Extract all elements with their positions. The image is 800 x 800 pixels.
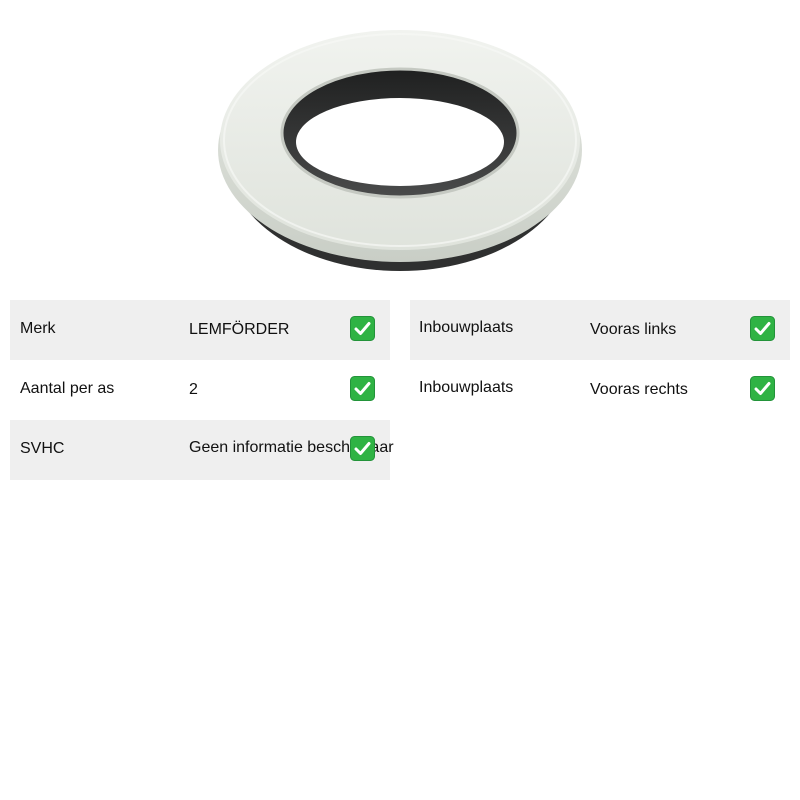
check-icon xyxy=(350,376,375,401)
check-icon xyxy=(350,316,375,341)
spec-row-inbouwplaats-links: Inbouwplaats Vooras links xyxy=(410,300,790,360)
spec-row-merk: Merk LEMFÖRDER xyxy=(10,300,390,360)
check-icon xyxy=(750,316,775,341)
check-icon xyxy=(750,376,775,401)
spec-label: Merk xyxy=(20,320,56,337)
spec-table-right: Inbouwplaats Vooras links Inbouwplaats V… xyxy=(410,300,790,420)
spec-label: Inbouwplaats xyxy=(419,319,514,336)
spec-row-inbouwplaats-rechts: Inbouwplaats Vooras rechts xyxy=(410,360,790,420)
bearing-ring-illustration xyxy=(218,30,582,271)
spec-label: Aantal per as xyxy=(20,380,115,397)
spec-table-left: Merk LEMFÖRDER Aantal per as 2 SVHC Geen… xyxy=(10,300,394,480)
spec-value: 2 xyxy=(189,381,198,398)
check-icon xyxy=(350,436,375,461)
spec-row-aantal-per-as: Aantal per as 2 xyxy=(10,360,390,420)
spec-label: SVHC xyxy=(20,440,65,457)
spec-row-svhc: SVHC Geen informatie beschikbaar xyxy=(10,420,394,480)
spec-value: Vooras links xyxy=(590,321,677,338)
spec-label: Inbouwplaats xyxy=(419,379,514,396)
spec-value: Vooras rechts xyxy=(590,381,688,398)
product-image xyxy=(210,18,590,280)
spec-value: LEMFÖRDER xyxy=(189,321,290,338)
